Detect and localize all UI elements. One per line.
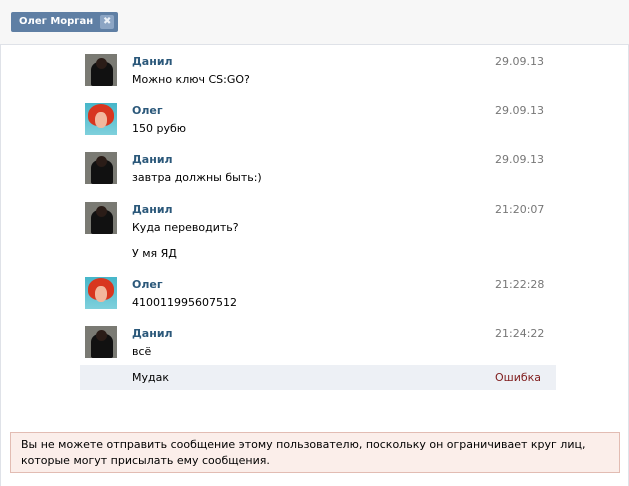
avatar[interactable] — [85, 54, 117, 86]
message-author[interactable]: Данил — [132, 203, 173, 216]
message-author[interactable]: Данил — [132, 55, 173, 68]
message-row: Данил 29.09.13 Можно ключ CS:GO? — [80, 54, 556, 94]
failed-message-row[interactable]: Мудак Ошибка — [80, 365, 556, 390]
message-time: 29.09.13 — [495, 55, 544, 68]
message-author[interactable]: Олег — [132, 278, 163, 291]
avatar[interactable] — [85, 202, 117, 234]
message-text: 150 рубю — [132, 122, 187, 135]
message-author[interactable]: Олег — [132, 104, 163, 117]
avatar[interactable] — [85, 326, 117, 358]
message-text: Куда переводить? — [132, 221, 239, 234]
send-restriction-notice: Вы не можете отправить сообщение этому п… — [10, 432, 620, 473]
avatar[interactable] — [85, 103, 117, 135]
message-text: 410011995607512 — [132, 296, 237, 309]
avatar[interactable] — [85, 152, 117, 184]
message-time: 29.09.13 — [495, 104, 544, 117]
message-row: Олег 29.09.13 150 рубю — [80, 103, 556, 143]
message-row: Данил 21:20:07 Куда переводить? У мя ЯД — [80, 202, 556, 264]
avatar[interactable] — [85, 277, 117, 309]
message-time: 21:22:28 — [495, 278, 545, 291]
conversation-header: Олег Морган ✖ — [0, 0, 629, 45]
message-text: всё — [132, 345, 152, 358]
message-author[interactable]: Данил — [132, 327, 173, 340]
message-row: Олег 21:22:28 410011995607512 — [80, 277, 556, 317]
message-time: 21:24:22 — [495, 327, 545, 340]
recipient-tab[interactable]: Олег Морган ✖ — [11, 12, 119, 32]
failed-message-text: Мудак — [132, 371, 169, 384]
message-time: 21:20:07 — [495, 203, 545, 216]
message-time: 29.09.13 — [495, 153, 544, 166]
panel-border-left — [0, 44, 1, 486]
notice-text: Вы не можете отправить сообщение этому п… — [21, 438, 586, 467]
recipient-tab-label: Олег Морган — [19, 16, 94, 27]
message-text: Можно ключ CS:GO? — [132, 73, 250, 86]
error-status[interactable]: Ошибка — [495, 371, 541, 384]
message-text: У мя ЯД — [132, 247, 177, 260]
message-row: Данил 29.09.13 завтра должны быть:) — [80, 152, 556, 192]
close-icon[interactable]: ✖ — [100, 15, 115, 29]
message-author[interactable]: Данил — [132, 153, 173, 166]
message-row: Данил 21:24:22 всё — [80, 326, 556, 366]
message-text: завтра должны быть:) — [132, 171, 262, 184]
